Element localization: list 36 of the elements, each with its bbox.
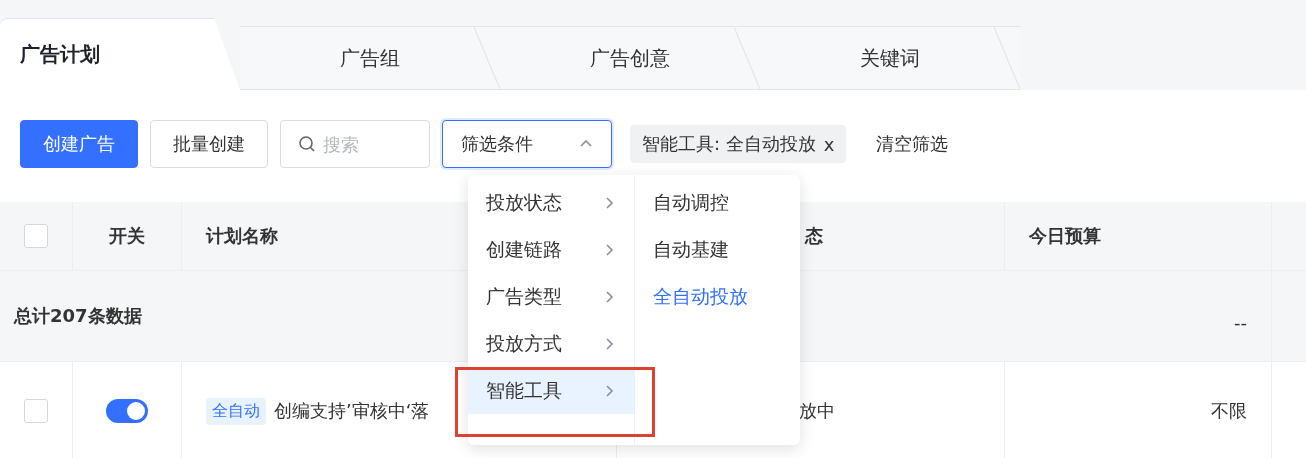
filter-tag-label: 智能工具: 全自动投放: [642, 132, 816, 156]
tag: 全自动: [206, 397, 266, 425]
tab-divider: [734, 27, 760, 89]
total-count: 总计207条数据: [14, 304, 142, 328]
menu-item[interactable]: 广告类型: [468, 273, 634, 320]
tab[interactable]: 广告创意: [500, 26, 760, 90]
checkbox[interactable]: [24, 399, 48, 423]
menu-item[interactable]: 智能工具: [468, 367, 634, 414]
menu-item[interactable]: 投放方式: [468, 320, 634, 367]
tab-divider: [474, 27, 500, 89]
clear-filter-link[interactable]: 清空筛选: [876, 132, 949, 156]
tag-close-button[interactable]: x: [823, 133, 835, 155]
menu-item[interactable]: 投放状态: [468, 179, 634, 226]
column-header: 今日预算: [1029, 224, 1101, 248]
tab[interactable]: 广告计划: [0, 18, 240, 90]
search-icon: [298, 135, 316, 153]
tab[interactable]: 关键词: [760, 26, 1020, 90]
submenu-item[interactable]: 自动调控: [634, 179, 800, 226]
search-field[interactable]: 搜索: [280, 120, 430, 168]
menu-item[interactable]: 创建链路: [468, 226, 634, 273]
submenu-item[interactable]: 自动基建: [634, 226, 800, 273]
tab-divider: [994, 27, 1020, 89]
checkbox[interactable]: [24, 224, 48, 248]
tab[interactable]: 广告组: [240, 26, 500, 90]
create-ad-button[interactable]: 创建广告: [20, 120, 138, 168]
table-cell: 创编支持’审核中‘落: [274, 399, 430, 423]
table-cell: 不限: [1211, 399, 1247, 423]
toggle-switch[interactable]: [106, 399, 148, 423]
submenu-item[interactable]: 全自动投放: [634, 273, 800, 320]
batch-create-button[interactable]: 批量创建: [150, 120, 268, 168]
column-header: 开关: [109, 224, 145, 248]
table-cell: --: [1234, 312, 1247, 333]
column-header: 计划名称: [206, 224, 278, 248]
filter-dropdown[interactable]: 筛选条件: [442, 120, 612, 168]
column-header: 态: [805, 224, 823, 248]
table-cell: 放中: [799, 399, 835, 423]
